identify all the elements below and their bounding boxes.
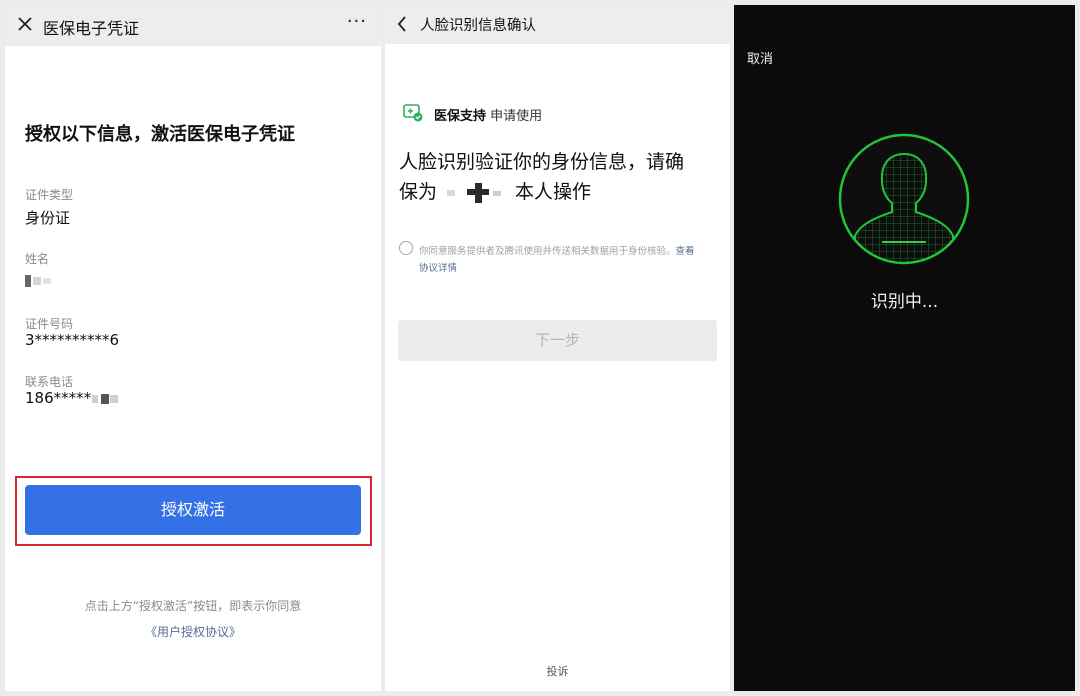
next-step-button[interactable]: 下一步 — [398, 320, 717, 361]
phone-text: 186***** — [25, 389, 92, 407]
redacted-name-mosaic — [25, 274, 31, 287]
app-request-text: 申请使用 — [490, 109, 543, 124]
panel-face-recognition-confirm: 人脸识别信息确认 医保支持 申请使用 人脸识别验证你的身份信息，请确 保为 本人操… — [385, 5, 730, 691]
prompt-line-1: 人脸识别验证你的身份信息，请确 — [399, 151, 685, 173]
agreement-details-link[interactable]: 协议详情 — [419, 263, 457, 274]
view-link[interactable]: 查看 — [676, 246, 695, 257]
prompt-prefix: 保为 — [399, 181, 438, 203]
redacted-name-mosaic-b — [33, 276, 41, 285]
prompt-suffix: 本人操作 — [515, 181, 592, 203]
field-value-id-type: 身份证 — [25, 209, 71, 227]
field-value-id-number: 3**********6 — [25, 331, 120, 349]
auth-heading: 授权以下信息，激活医保电子凭证 — [25, 124, 295, 145]
field-label-id-type: 证件类型 — [25, 188, 74, 202]
app-name: 医保支持 — [434, 109, 487, 124]
user-agreement-link[interactable]: 《用户授权协议》 — [5, 623, 381, 640]
requesting-app: 医保支持 申请使用 — [434, 105, 542, 124]
redacted-phone-mosaic-b — [101, 393, 110, 404]
panel-face-scanning: 取消 识别中... — [734, 5, 1075, 691]
face-scan-icon — [838, 133, 970, 265]
agreement-text: 你同意服务提供者及腾讯使用并传送相关数据用于身份核验。查看 协议详情 — [419, 243, 721, 277]
complain-link[interactable]: 投诉 — [385, 663, 730, 679]
authorize-activate-button[interactable]: 授权激活 — [25, 485, 361, 535]
recognition-status: 识别中... — [870, 292, 939, 312]
field-label-phone: 联系电话 — [25, 375, 74, 389]
nav-bar: 医保电子凭证 ··· — [5, 5, 381, 46]
field-label-name: 姓名 — [25, 252, 50, 266]
more-options-icon[interactable]: ··· — [347, 11, 367, 32]
redacted-phone-mosaic-c — [110, 394, 119, 403]
consent-notice: 点击上方“授权激活”按钮，即表示你同意 — [84, 599, 302, 613]
redacted-phone-mosaic — [92, 394, 99, 403]
agreement-statement: 你同意服务提供者及腾讯使用并传送相关数据用于身份核验。 — [419, 246, 676, 257]
prompt-line-2: 保为 本人操作 — [399, 177, 724, 207]
medical-insurance-app-icon — [403, 104, 423, 122]
redacted-name-mosaic — [441, 182, 511, 203]
field-value-name — [25, 271, 51, 289]
redacted-name-mosaic-c — [43, 277, 51, 284]
field-label-id-number: 证件号码 — [25, 317, 74, 331]
nav-bar: 人脸识别信息确认 — [385, 5, 730, 44]
verification-prompt: 人脸识别验证你的身份信息，请确 保为 本人操作 — [399, 147, 724, 207]
field-value-phone: 186***** — [25, 389, 119, 407]
page-title: 人脸识别信息确认 — [420, 18, 536, 34]
agree-radio[interactable] — [399, 241, 413, 255]
back-arrow-icon[interactable] — [395, 13, 409, 35]
panel-medical-insurance-auth: 医保电子凭证 ··· 授权以下信息，激活医保电子凭证 证件类型 身份证 姓名 证… — [5, 5, 381, 691]
close-icon[interactable] — [15, 14, 35, 34]
page-title: 医保电子凭证 — [43, 19, 140, 38]
cancel-button[interactable]: 取消 — [747, 48, 773, 67]
